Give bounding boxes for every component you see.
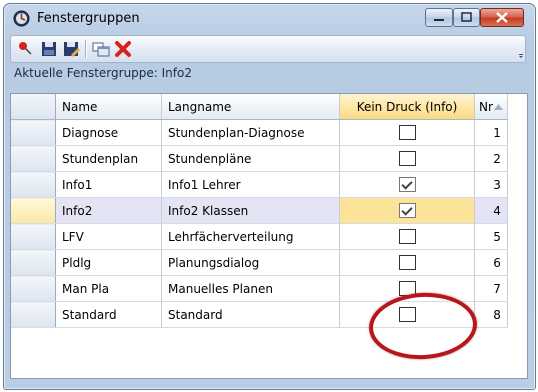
title-bar[interactable]: Fenstergruppen (4, 4, 535, 34)
cell-name[interactable]: Stundenplan (55, 145, 162, 172)
groups-grid: Name Langname Kein Druck (Info) Nr Diagn… (11, 94, 508, 328)
cell-langname[interactable]: Planungsdialog (161, 249, 340, 276)
cell-kein-druck (339, 171, 475, 198)
cell-name[interactable]: Info1 (55, 171, 162, 198)
clock-globe-icon (13, 10, 30, 27)
pin-button[interactable] (16, 39, 36, 59)
cell-langname[interactable]: Stundenpläne (161, 145, 340, 172)
row-selector[interactable] (11, 301, 56, 328)
cell-name[interactable]: Info2 (55, 197, 162, 224)
table-row[interactable]: Info2 Info2 Klassen 4 (11, 197, 508, 224)
kein-druck-checkbox[interactable] (398, 151, 416, 166)
kein-druck-checkbox[interactable] (398, 255, 416, 270)
kein-druck-checkbox[interactable] (398, 203, 416, 218)
row-selector[interactable] (11, 119, 56, 146)
row-selector[interactable] (11, 197, 56, 224)
table-row[interactable]: LFV Lehrfächerverteilung 5 (11, 223, 508, 250)
cell-nr[interactable]: 3 (474, 171, 508, 198)
window-groups-table: Name Langname Kein Druck (Info) Nr Diagn… (10, 93, 528, 379)
table-row[interactable]: Standard Standard 8 (11, 301, 508, 328)
toolbar-separator (85, 40, 86, 58)
status-bar (10, 375, 528, 385)
current-group-label: Aktuelle Fenstergruppe: Info2 (14, 66, 192, 80)
cell-kein-druck (339, 119, 475, 146)
window-title: Fenstergruppen (37, 11, 140, 26)
minimize-button[interactable] (425, 8, 453, 27)
cell-langname[interactable]: Manuelles Planen (161, 275, 340, 302)
toolbar (10, 35, 526, 63)
save-as-button[interactable] (61, 39, 81, 59)
kein-druck-checkbox[interactable] (398, 281, 416, 296)
cell-name[interactable]: LFV (55, 223, 162, 250)
row-selector[interactable] (11, 275, 56, 302)
cell-langname[interactable]: Stundenplan-Diagnose (161, 119, 340, 146)
row-selector[interactable] (11, 223, 56, 250)
row-selector[interactable] (11, 145, 56, 172)
cell-nr[interactable]: 7 (474, 275, 508, 302)
cell-nr[interactable]: 1 (474, 119, 508, 146)
sort-ascending-icon (493, 103, 503, 110)
pushpin-icon (19, 42, 32, 55)
column-header-nr[interactable]: Nr (474, 94, 508, 120)
close-button[interactable] (480, 8, 524, 27)
kein-druck-checkbox[interactable] (398, 177, 416, 192)
cell-langname[interactable]: Info1 Lehrer (161, 171, 340, 198)
cell-kein-druck (339, 249, 475, 276)
row-selector[interactable] (11, 249, 56, 276)
cell-nr[interactable]: 6 (474, 249, 508, 276)
cell-nr[interactable]: 8 (474, 301, 508, 328)
cell-kein-druck (339, 301, 475, 328)
cell-langname[interactable]: Standard (161, 301, 340, 328)
column-header-kein-druck[interactable]: Kein Druck (Info) (339, 94, 475, 120)
red-x-icon (115, 41, 131, 57)
table-row[interactable]: Info1 Info1 Lehrer 3 (11, 171, 508, 198)
column-header-langname[interactable]: Langname (161, 94, 340, 120)
kein-druck-checkbox[interactable] (398, 125, 416, 140)
window-arrange-icon (92, 42, 110, 57)
cell-name[interactable]: Pldlg (55, 249, 162, 276)
cell-langname[interactable]: Lehrfächerverteilung (161, 223, 340, 250)
cell-nr[interactable]: 5 (474, 223, 508, 250)
delete-button[interactable] (113, 39, 133, 59)
table-row[interactable]: Stundenplan Stundenpläne 2 (11, 145, 508, 172)
toolbar-overflow-icon[interactable] (519, 46, 523, 58)
table-row[interactable]: Man Pla Manuelles Planen 7 (11, 275, 508, 302)
column-header-name[interactable]: Name (55, 94, 162, 120)
close-icon (496, 12, 508, 23)
cell-kein-druck (339, 197, 475, 224)
maximize-icon (461, 12, 472, 22)
header-row: Name Langname Kein Druck (Info) Nr (11, 94, 508, 120)
maximize-button[interactable] (453, 8, 480, 27)
cell-nr[interactable]: 2 (474, 145, 508, 172)
cell-name[interactable]: Man Pla (55, 275, 162, 302)
cell-name[interactable]: Standard (55, 301, 162, 328)
cell-name[interactable]: Diagnose (55, 119, 162, 146)
cell-kein-druck (339, 275, 475, 302)
save-icon (42, 42, 56, 56)
cell-kein-druck (339, 145, 475, 172)
cell-nr[interactable]: 4 (474, 197, 508, 224)
row-selector[interactable] (11, 171, 56, 198)
minimize-icon (434, 19, 444, 21)
kein-druck-checkbox[interactable] (398, 229, 416, 244)
cell-langname[interactable]: Info2 Klassen (161, 197, 340, 224)
save-button[interactable] (39, 39, 59, 59)
corner-header (11, 94, 56, 120)
window-list-button[interactable] (91, 39, 111, 59)
table-row[interactable]: Pldlg Planungsdialog 6 (11, 249, 508, 276)
cell-kein-druck (339, 223, 475, 250)
nr-header-label: Nr (479, 99, 493, 114)
save-edit-icon (64, 42, 80, 57)
kein-druck-checkbox[interactable] (398, 307, 416, 322)
fenstergruppen-window: Fenstergruppen Aktuelle Fenstergruppe: I… (3, 3, 536, 390)
table-row[interactable]: Diagnose Stundenplan-Diagnose 1 (11, 119, 508, 146)
